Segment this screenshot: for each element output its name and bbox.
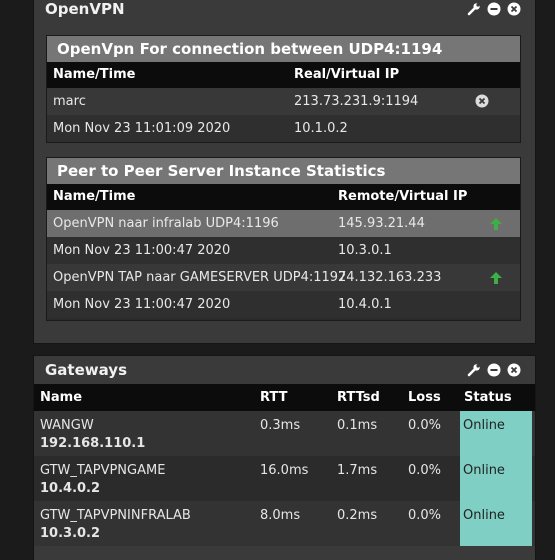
status-badge: Online — [460, 501, 532, 546]
wrench-icon[interactable] — [467, 363, 481, 377]
table-header: Name/Time Real/Virtual IP — [47, 62, 520, 88]
peer-remote-ip: 24.132.163.233 — [338, 270, 442, 285]
gateway-ip: 10.4.0.2 — [40, 481, 101, 496]
peer-name: OpenVPN naar infralab UDP4:1196 — [53, 216, 279, 231]
status-badge: Online — [460, 411, 532, 456]
client-virtual-ip: 10.1.0.2 — [294, 121, 348, 136]
peer-time: Mon Nov 23 11:00:47 2020 — [53, 297, 231, 312]
table-row: Mon Nov 23 11:00:47 2020 10.4.0.1 — [47, 291, 520, 318]
section-title: OpenVpn For connection between UDP4:1194 — [47, 36, 520, 62]
col-rtt: RTT — [260, 390, 288, 405]
minimize-icon[interactable] — [487, 2, 501, 16]
gateway-loss: 0.0% — [408, 418, 442, 433]
gateway-name-cell: WANGW 192.168.110.1 — [40, 418, 145, 451]
col-name: Name — [40, 390, 83, 405]
gateway-rttsd: 0.1ms — [337, 418, 378, 433]
openvpn-widget-header: OpenVPN — [34, 0, 535, 23]
peer-virtual-ip: 10.4.0.1 — [338, 297, 392, 312]
col-real-virtual-ip: Real/Virtual IP — [294, 67, 400, 82]
gateway-name: GTW_TAPVPNINFRALAB — [40, 508, 191, 523]
col-loss: Loss — [408, 390, 441, 405]
gateway-loss: 0.0% — [408, 463, 442, 478]
col-name-time: Name/Time — [53, 67, 136, 82]
col-status: Status — [464, 390, 512, 405]
openvpn-widget: OpenVPN OpenVpn For connection between U… — [33, 0, 536, 344]
client-real-ip: 213.73.231.9:1194 — [294, 94, 419, 109]
col-name-time: Name/Time — [53, 189, 136, 204]
gateway-ip: 10.3.0.2 — [40, 526, 101, 541]
col-rttsd: RTTsd — [337, 390, 380, 405]
openvpn-connection-section: OpenVpn For connection between UDP4:1194… — [46, 35, 521, 143]
gateway-name-cell: GTW_TAPVPNGAME 10.4.0.2 — [40, 463, 165, 496]
gateways-table: Name RTT RTTsd Loss Status WANGW 192.168… — [34, 384, 535, 546]
disconnect-icon[interactable] — [475, 94, 489, 112]
gateways-widget-header: Gateways — [34, 356, 535, 384]
table-row: GTW_TAPVPNGAME 10.4.0.2 16.0ms 1.7ms 0.0… — [34, 456, 535, 501]
table-row: marc 213.73.231.9:1194 — [47, 88, 520, 115]
client-name: marc — [53, 94, 86, 109]
table-row: Mon Nov 23 11:00:47 2020 10.3.0.1 — [47, 237, 520, 264]
peer-virtual-ip: 10.3.0.1 — [338, 243, 392, 258]
gateway-rtt: 0.3ms — [260, 418, 301, 433]
table-row[interactable]: OpenVPN naar infralab UDP4:1196 145.93.2… — [47, 210, 520, 237]
gateway-name: GTW_TAPVPNGAME — [40, 463, 166, 478]
gateways-widget: Gateways Name RTT RTTsd Loss Status WANG… — [33, 355, 536, 560]
arrow-up-icon — [489, 217, 503, 235]
gateway-rttsd: 1.7ms — [337, 463, 378, 478]
table-row[interactable]: OpenVPN TAP naar GAMESERVER UDP4:1197 24… — [47, 264, 520, 291]
section-title: Peer to Peer Server Instance Statistics — [47, 158, 520, 184]
peer-name: OpenVPN TAP naar GAMESERVER UDP4:1197 — [53, 270, 347, 285]
gateway-name: WANGW — [40, 418, 94, 433]
widget-title: Gateways — [45, 361, 128, 379]
arrow-up-icon — [489, 271, 503, 289]
col-remote-virtual-ip: Remote/Virtual IP — [338, 189, 468, 204]
table-header: Name/Time Remote/Virtual IP — [47, 184, 520, 210]
gateway-rtt: 8.0ms — [260, 508, 301, 523]
close-icon[interactable] — [507, 2, 521, 16]
table-row: Mon Nov 23 11:01:09 2020 10.1.0.2 — [47, 115, 520, 142]
peer-remote-ip: 145.93.21.44 — [338, 216, 425, 231]
table-row: WANGW 192.168.110.1 0.3ms 0.1ms 0.0% Onl… — [34, 411, 535, 456]
table-row: GTW_TAPVPNINFRALAB 10.3.0.2 8.0ms 0.2ms … — [34, 501, 535, 546]
peer-time: Mon Nov 23 11:00:47 2020 — [53, 243, 231, 258]
gateway-ip: 192.168.110.1 — [40, 436, 146, 451]
gateway-loss: 0.0% — [408, 508, 442, 523]
minimize-icon[interactable] — [487, 363, 501, 377]
close-icon[interactable] — [507, 363, 521, 377]
connected-time: Mon Nov 23 11:01:09 2020 — [53, 121, 231, 136]
gateway-name-cell: GTW_TAPVPNINFRALAB 10.3.0.2 — [40, 508, 191, 541]
gateway-rttsd: 0.2ms — [337, 508, 378, 523]
peer-to-peer-section: Peer to Peer Server Instance Statistics … — [46, 157, 521, 321]
gateway-rtt: 16.0ms — [260, 463, 309, 478]
status-badge: Online — [460, 456, 532, 501]
widget-title: OpenVPN — [45, 0, 125, 18]
table-header: Name RTT RTTsd Loss Status — [34, 384, 535, 411]
wrench-icon[interactable] — [467, 2, 481, 16]
